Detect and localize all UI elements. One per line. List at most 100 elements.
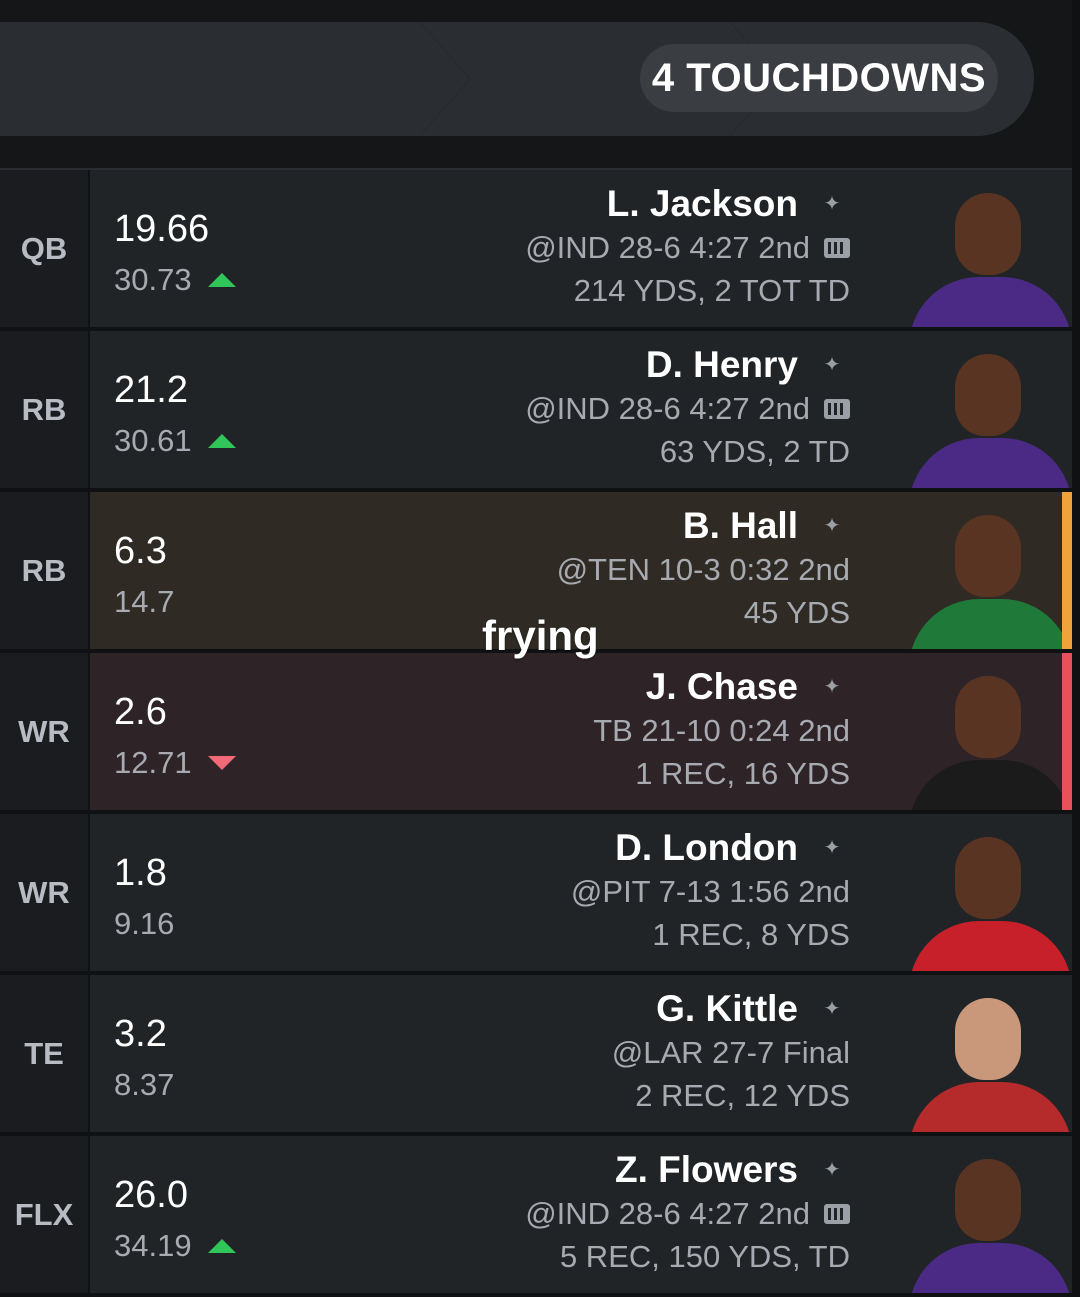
player-stats: 5 REC, 150 YDS, TD xyxy=(559,1239,850,1274)
player-name[interactable]: B. Hall xyxy=(683,504,798,548)
ravens-icon: ✦ xyxy=(823,1159,841,1181)
projected-score: 9.16 xyxy=(114,906,174,942)
player-stats: 1 REC, 8 YDS xyxy=(652,917,850,952)
projected-value: 9.16 xyxy=(114,906,175,941)
projected-value: 30.73 xyxy=(114,262,192,297)
bengals-icon: ✦ xyxy=(823,676,841,698)
game-status: @TEN 10-3 0:32 2nd xyxy=(556,552,850,587)
roster-list: QB 19.66 30.73 L. Jackson ✦ @IND 28-6 4:… xyxy=(0,170,1080,1297)
player-name-line[interactable]: D. Henry ✦ xyxy=(230,343,850,387)
game-status: TB 21-10 0:24 2nd xyxy=(593,713,850,748)
player-info: D. London ✦ @PIT 7-13 1:56 2nd 1 REC, 8 … xyxy=(230,826,850,956)
status-flag xyxy=(1062,653,1072,810)
player-headshot[interactable] xyxy=(897,1143,1072,1293)
game-status: @PIT 7-13 1:56 2nd xyxy=(570,874,850,909)
player-card[interactable]: 21.2 30.61 D. Henry ✦ @IND 28-6 4:27 2nd… xyxy=(90,331,1072,488)
player-headshot[interactable] xyxy=(897,338,1072,488)
game-status-line: @IND 28-6 4:27 2nd xyxy=(230,1192,850,1235)
position-label: RB xyxy=(0,331,88,488)
game-status: @IND 28-6 4:27 2nd xyxy=(525,391,810,426)
player-headshot[interactable] xyxy=(897,982,1072,1132)
player-name-line[interactable]: L. Jackson ✦ xyxy=(230,182,850,226)
game-status-line: TB 21-10 0:24 2nd xyxy=(230,709,850,752)
player-score: 21.2 xyxy=(114,369,188,411)
player-name[interactable]: Z. Flowers xyxy=(615,1148,798,1192)
player-name[interactable]: D. London xyxy=(615,826,798,870)
player-name-line[interactable]: D. London ✦ xyxy=(230,826,850,870)
player-name-line[interactable]: G. Kittle ✦ xyxy=(230,987,850,1031)
player-card[interactable]: 19.66 30.73 L. Jackson ✦ @IND 28-6 4:27 … xyxy=(90,170,1072,327)
game-status-line: @LAR 27-7 Final xyxy=(230,1031,850,1074)
tv-broadcast-icon xyxy=(824,237,850,258)
game-status-line: @PIT 7-13 1:56 2nd xyxy=(230,870,850,913)
player-card[interactable]: 3.2 8.37 G. Kittle ✦ @LAR 27-7 Final 2 R… xyxy=(90,975,1072,1132)
ravens-icon: ✦ xyxy=(823,354,841,376)
position-label: TE xyxy=(0,975,88,1132)
player-row[interactable]: TE 3.2 8.37 G. Kittle ✦ @LAR 27-7 Final … xyxy=(0,975,1080,1132)
player-info: G. Kittle ✦ @LAR 27-7 Final 2 REC, 12 YD… xyxy=(230,987,850,1117)
projected-score: 30.61 xyxy=(114,423,236,459)
player-headshot[interactable] xyxy=(897,499,1072,649)
49ers-icon: ✦ xyxy=(823,998,841,1020)
player-info: D. Henry ✦ @IND 28-6 4:27 2nd 63 YDS, 2 … xyxy=(230,343,850,473)
game-status-line: @TEN 10-3 0:32 2nd xyxy=(230,548,850,591)
player-row[interactable]: FLX 26.0 34.19 Z. Flowers ✦ @IND 28-6 4:… xyxy=(0,1136,1080,1293)
falcons-icon: ✦ xyxy=(823,837,841,859)
projected-score: 8.37 xyxy=(114,1067,174,1103)
player-name[interactable]: J. Chase xyxy=(646,665,798,709)
player-score: 1.8 xyxy=(114,852,167,894)
player-row[interactable]: WR 1.8 9.16 D. London ✦ @PIT 7-13 1:56 2… xyxy=(0,814,1080,971)
player-name-line[interactable]: Z. Flowers ✦ xyxy=(230,1148,850,1192)
game-status-line: @IND 28-6 4:27 2nd xyxy=(230,387,850,430)
player-row[interactable]: RB 21.2 30.61 D. Henry ✦ @IND 28-6 4:27 … xyxy=(0,331,1080,488)
player-headshot[interactable] xyxy=(897,660,1072,810)
projected-score: 14.7 xyxy=(114,584,174,620)
player-stats: 63 YDS, 2 TD xyxy=(659,434,850,469)
player-card[interactable]: 1.8 9.16 D. London ✦ @PIT 7-13 1:56 2nd … xyxy=(90,814,1072,971)
projected-score: 12.71 xyxy=(114,745,236,781)
game-status: @IND 28-6 4:27 2nd xyxy=(525,230,810,265)
position-label: WR xyxy=(0,653,88,810)
player-name[interactable]: L. Jackson xyxy=(607,182,798,226)
position-label: RB xyxy=(0,492,88,649)
player-card[interactable]: 2.6 12.71 J. Chase ✦ TB 21-10 0:24 2nd 1… xyxy=(90,653,1072,810)
player-name[interactable]: G. Kittle xyxy=(656,987,798,1031)
player-stats: 1 REC, 16 YDS xyxy=(635,756,850,791)
position-label: WR xyxy=(0,814,88,971)
projected-value: 12.71 xyxy=(114,745,192,780)
game-status: @IND 28-6 4:27 2nd xyxy=(525,1196,810,1231)
player-headshot[interactable] xyxy=(897,821,1072,971)
overlay-caption: frying xyxy=(482,612,599,659)
projected-value: 8.37 xyxy=(114,1067,175,1102)
player-info: J. Chase ✦ TB 21-10 0:24 2nd 1 REC, 16 Y… xyxy=(230,665,850,795)
projected-score: 34.19 xyxy=(114,1228,236,1264)
player-card[interactable]: 26.0 34.19 Z. Flowers ✦ @IND 28-6 4:27 2… xyxy=(90,1136,1072,1293)
player-score: 26.0 xyxy=(114,1174,188,1216)
status-flag xyxy=(1062,492,1072,649)
player-score: 3.2 xyxy=(114,1013,167,1055)
tv-broadcast-icon xyxy=(824,398,850,419)
player-score: 19.66 xyxy=(114,208,210,250)
position-label: QB xyxy=(0,170,88,327)
player-info: Z. Flowers ✦ @IND 28-6 4:27 2nd 5 REC, 1… xyxy=(230,1148,850,1278)
player-name-line[interactable]: B. Hall ✦ xyxy=(230,504,850,548)
touchdown-banner: 4 TOUCHDOWNS xyxy=(0,0,1072,170)
projected-value: 30.61 xyxy=(114,423,192,458)
tv-broadcast-icon xyxy=(824,1203,850,1224)
jets-icon: ✦ xyxy=(823,515,841,537)
player-score: 6.3 xyxy=(114,530,167,572)
game-status: @LAR 27-7 Final xyxy=(611,1035,850,1070)
player-row[interactable]: WR 2.6 12.71 J. Chase ✦ TB 21-10 0:24 2n… xyxy=(0,653,1080,810)
player-stats: 2 REC, 12 YDS xyxy=(635,1078,850,1113)
player-row[interactable]: QB 19.66 30.73 L. Jackson ✦ @IND 28-6 4:… xyxy=(0,170,1080,327)
player-name-line[interactable]: J. Chase ✦ xyxy=(230,665,850,709)
player-headshot[interactable] xyxy=(897,177,1072,327)
projected-value: 14.7 xyxy=(114,584,175,619)
player-name[interactable]: D. Henry xyxy=(646,343,798,387)
game-status-line: @IND 28-6 4:27 2nd xyxy=(230,226,850,269)
player-info: L. Jackson ✦ @IND 28-6 4:27 2nd 214 YDS,… xyxy=(230,182,850,312)
touchdown-count-badge: 4 TOUCHDOWNS xyxy=(640,44,998,112)
projected-score: 30.73 xyxy=(114,262,236,298)
projected-value: 34.19 xyxy=(114,1228,192,1263)
ravens-icon: ✦ xyxy=(823,193,841,215)
